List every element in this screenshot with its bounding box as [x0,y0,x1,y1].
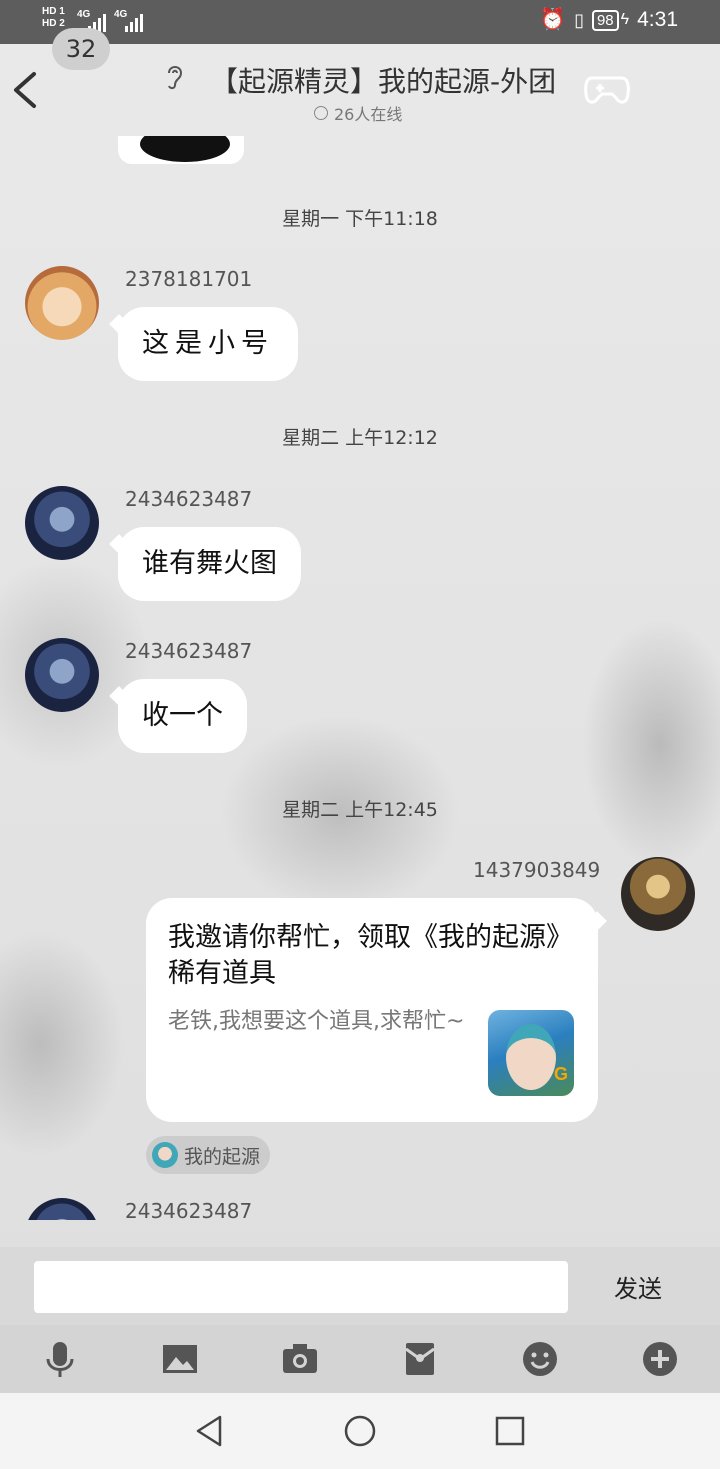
card-description: 老铁,我想要这个道具,求帮忙~ [168,1009,465,1034]
sender-name: 2378181701 [125,267,253,291]
nav-back-icon[interactable] [192,1413,228,1449]
battery-level: 98 [591,9,619,31]
card-title: 我邀请你帮忙，领取《我的起源》稀有道具 [168,922,573,989]
sim1-label: HD 1 [42,6,65,17]
message-bubble[interactable]: 收一个 [118,679,247,753]
charging-icon: ϟ [620,11,630,28]
sender-name: 2434623487 [125,1199,253,1223]
status-bar: HD 1 HD 2 4G 4G ⏰ ▯ 98 ϟ 4:31 [0,0,720,44]
online-icon [314,106,328,120]
input-bar: 发送 [0,1247,720,1325]
chat-title[interactable]: 【起源精灵】我的起源-外团 [210,60,600,100]
message-bubble[interactable]: 这是小号 [118,307,298,381]
emoji-icon[interactable] [520,1339,560,1379]
camera-icon[interactable] [280,1339,320,1379]
unread-count-badge[interactable]: 32 [52,28,110,70]
message-bubble[interactable]: 谁有舞火图 [118,527,301,601]
game-thumbnail [488,1010,574,1096]
nav-home-icon[interactable] [342,1413,378,1449]
card-source-label: 我的起源 [184,1145,261,1168]
clock: 4:31 [637,8,678,31]
sim2-label: HD 2 [42,18,65,29]
avatar[interactable] [25,266,99,340]
avatar[interactable] [25,638,99,712]
sender-name: 2434623487 [125,487,253,511]
gamepad-icon[interactable] [584,70,630,108]
share-card[interactable]: 我邀请你帮忙，领取《我的起源》稀有道具 老铁,我想要这个道具,求帮忙~ [146,898,598,1122]
sender-name: 1437903849 [473,858,601,882]
signal2-icon [125,12,155,32]
mic-icon[interactable] [40,1339,80,1379]
vibrate-icon: ▯ [574,9,584,30]
avatar[interactable] [25,1198,99,1220]
timestamp: 星期二 上午12:12 [282,427,438,449]
alarm-icon: ⏰ [539,8,567,31]
nav-recents-icon[interactable] [492,1413,528,1449]
input-toolbar [0,1325,720,1393]
online-count: 26人在线 [314,101,402,125]
message-input[interactable] [34,1261,568,1313]
sim-indicators: HD 1 HD 2 [42,6,65,30]
send-button[interactable]: 发送 [598,1269,678,1304]
back-icon[interactable] [10,70,40,110]
image-message-fragment[interactable] [118,136,244,164]
online-label: 26人在线 [334,105,403,124]
timestamp: 星期一 下午11:18 [282,208,438,230]
plus-icon[interactable] [640,1339,680,1379]
timestamp: 星期二 上午12:45 [282,799,438,821]
game-app-icon [152,1142,178,1168]
card-source-tag[interactable]: 我的起源 [146,1136,271,1174]
avatar[interactable] [621,857,695,931]
sender-name: 2434623487 [125,639,253,663]
avatar[interactable] [25,486,99,560]
chat-background [0,44,720,1394]
ear-icon[interactable] [163,61,187,91]
image-icon[interactable] [160,1339,200,1379]
chat-header: 32 【起源精灵】我的起源-外团 26人在线 [0,28,720,136]
red-packet-icon[interactable] [400,1339,440,1379]
system-nav-bar [0,1393,720,1469]
status-right: ⏰ ▯ 98 ϟ 4:31 [540,8,678,32]
